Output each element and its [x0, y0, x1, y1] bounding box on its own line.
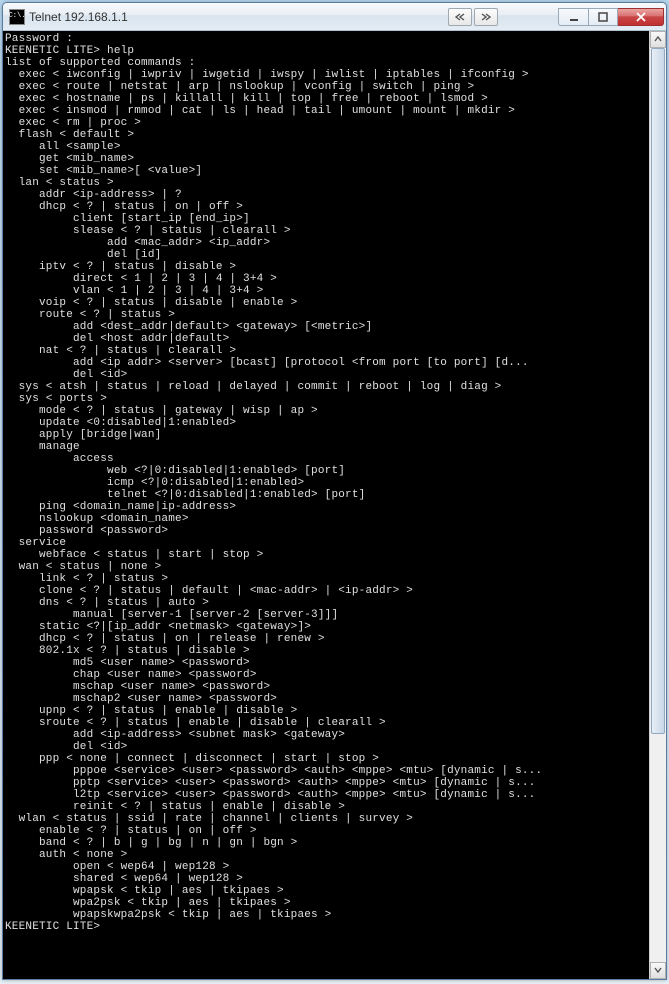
terminal-output[interactable]: Password : KEENETIC LITE> help list of s…: [3, 31, 649, 979]
scroll-right-button[interactable]: [474, 8, 498, 26]
scroll-track[interactable]: [650, 48, 666, 962]
telnet-window: C:\. Telnet 192.168.1.1: [2, 2, 667, 980]
arrow-left-icon: [455, 12, 465, 22]
scroll-thumb[interactable]: [651, 48, 665, 734]
cmd-icon: C:\.: [9, 9, 25, 25]
window-buttons: [558, 8, 664, 26]
minimize-icon: [569, 12, 579, 22]
scroll-down-button[interactable]: [650, 962, 666, 979]
chevron-up-icon: [654, 35, 662, 44]
window-title: Telnet 192.168.1.1: [29, 10, 448, 24]
minimize-button[interactable]: [558, 8, 588, 26]
close-button[interactable]: [618, 8, 664, 26]
scroll-up-button[interactable]: [650, 31, 666, 48]
scroll-left-button[interactable]: [448, 8, 472, 26]
maximize-button[interactable]: [588, 8, 618, 26]
titlebar-scroll-buttons: [448, 8, 498, 26]
vertical-scrollbar[interactable]: [649, 31, 666, 979]
close-icon: [635, 12, 647, 22]
titlebar[interactable]: C:\. Telnet 192.168.1.1: [3, 3, 666, 31]
maximize-icon: [598, 12, 608, 22]
chevron-down-icon: [654, 966, 662, 975]
terminal-area: Password : KEENETIC LITE> help list of s…: [3, 31, 666, 979]
arrow-right-icon: [481, 12, 491, 22]
